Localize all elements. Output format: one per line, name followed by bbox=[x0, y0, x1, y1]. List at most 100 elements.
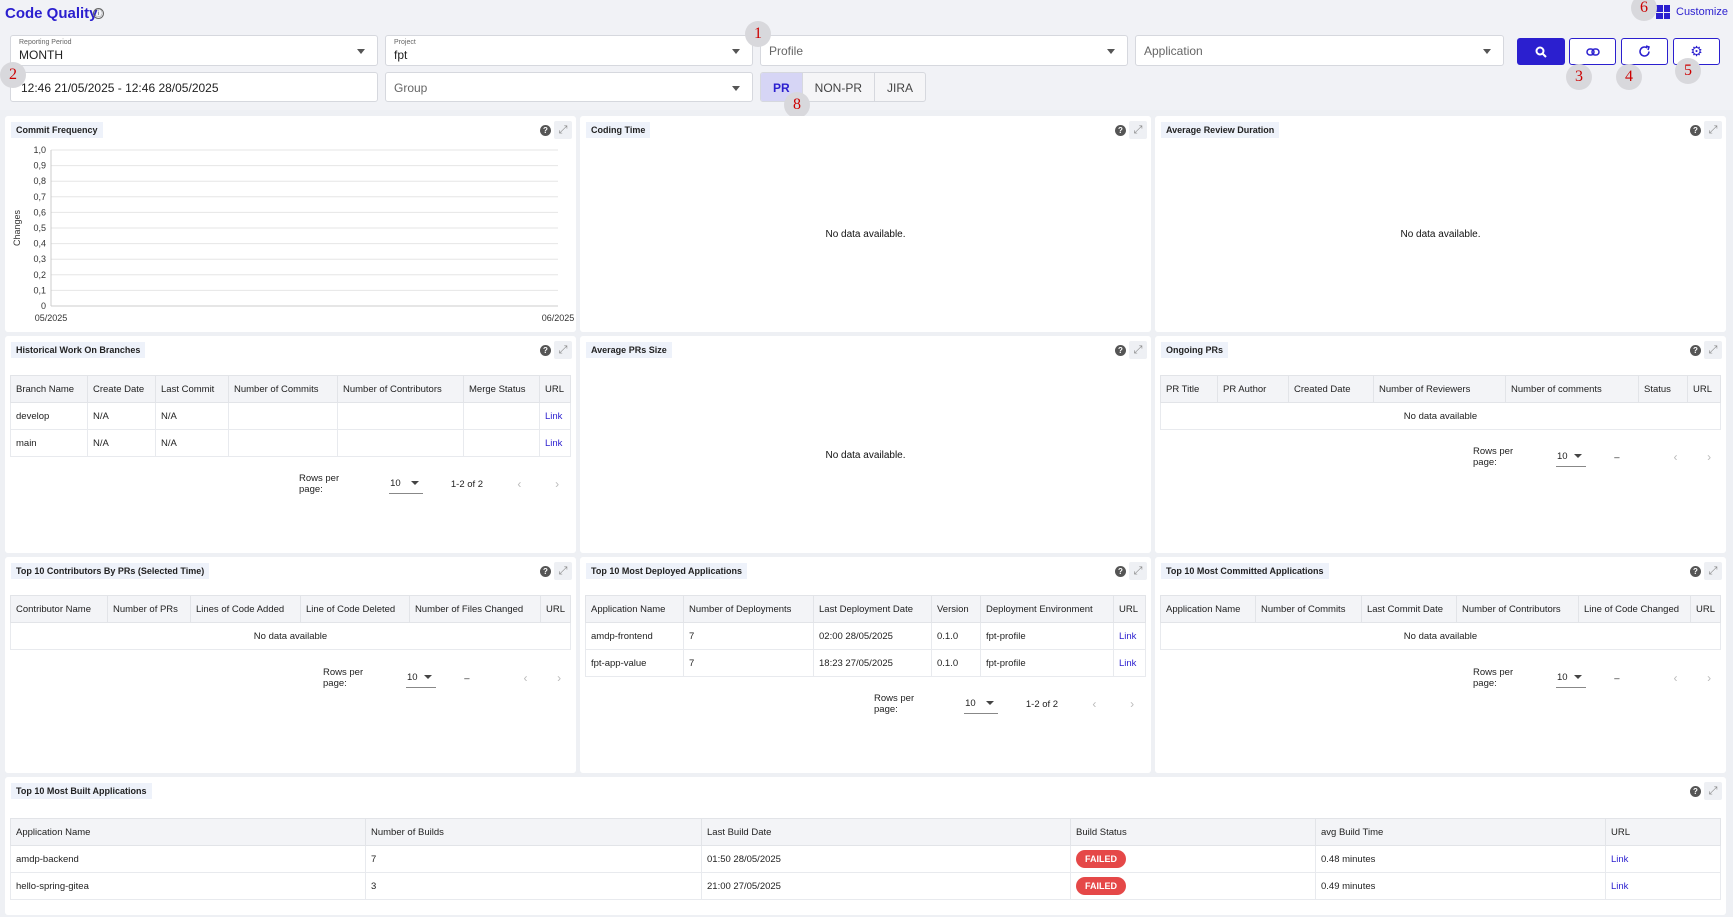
table-cell: 0.1.0 bbox=[931, 649, 981, 677]
column-header: Number of Commits bbox=[1254, 595, 1362, 623]
table-row: fpt-app-value 7 18:23 27/05/2025 0.1.0 f… bbox=[585, 649, 1146, 677]
refresh-button[interactable] bbox=[1621, 38, 1668, 65]
table-cell: hello-spring-gitea bbox=[10, 872, 366, 900]
row-link[interactable]: Link bbox=[539, 402, 571, 430]
x-tick-label: 06/2025 bbox=[542, 313, 575, 323]
next-page-icon[interactable]: › bbox=[542, 671, 576, 685]
table-cell: fpt-app-value bbox=[585, 649, 684, 677]
rows-per-page-label: Rows per page: bbox=[874, 693, 915, 715]
pagination-range: 1-2 of 2 bbox=[450, 478, 484, 490]
application-select[interactable]: Application bbox=[1135, 35, 1504, 66]
next-page-icon[interactable]: › bbox=[538, 477, 576, 491]
table-row: No data available bbox=[10, 622, 571, 650]
no-data-message: No data available bbox=[1160, 622, 1721, 650]
row-link[interactable]: Link bbox=[1113, 649, 1146, 677]
search-button[interactable] bbox=[1517, 38, 1565, 65]
next-page-icon[interactable]: › bbox=[1113, 697, 1151, 711]
row-link[interactable]: Link bbox=[1605, 872, 1721, 900]
next-page-icon[interactable]: › bbox=[1692, 450, 1726, 464]
no-data-message: No data available bbox=[1160, 402, 1721, 430]
info-icon[interactable]: ⓘ bbox=[93, 8, 104, 19]
table-cell: 21:00 27/05/2025 bbox=[701, 872, 1071, 900]
toggle-non-pr[interactable]: NON-PR bbox=[803, 73, 876, 101]
pagination-range: – bbox=[464, 672, 470, 684]
project-value: fpt bbox=[394, 48, 408, 62]
next-page-icon[interactable]: › bbox=[1692, 671, 1726, 685]
prev-page-icon[interactable]: ‹ bbox=[1659, 671, 1693, 685]
rows-per-page-label: Rows per page: bbox=[1473, 667, 1514, 689]
table-cell: FAILED bbox=[1070, 872, 1316, 900]
expand-icon[interactable]: ⤢ bbox=[1704, 782, 1722, 800]
customize-button[interactable]: Customize bbox=[1656, 5, 1728, 19]
help-icon[interactable]: ? bbox=[1690, 566, 1701, 577]
top-committed-table: Application Name Number of Commits Last … bbox=[1160, 595, 1722, 650]
reporting-period-select[interactable]: Reporting Period MONTH bbox=[10, 35, 378, 66]
expand-icon[interactable]: ⤢ bbox=[554, 341, 572, 359]
toggle-jira[interactable]: JIRA bbox=[875, 73, 925, 101]
rows-per-page-select[interactable]: 10 bbox=[406, 668, 437, 688]
commit-frequency-card: Commit Frequency ? ⤢ 0 0,1 0,2 0,3 0,4 0,5 0,6… bbox=[5, 116, 576, 332]
column-header: PR Author bbox=[1217, 375, 1289, 403]
row-link[interactable]: Link bbox=[1113, 622, 1146, 650]
refresh-icon bbox=[1639, 45, 1650, 57]
help-icon[interactable]: ? bbox=[1115, 566, 1126, 577]
page-title: Code Quality bbox=[5, 5, 98, 22]
rows-per-page-select[interactable]: 10 bbox=[964, 694, 998, 714]
chevron-down-icon bbox=[424, 675, 433, 679]
help-icon[interactable]: ? bbox=[1690, 345, 1701, 356]
expand-icon[interactable]: ⤢ bbox=[1129, 341, 1147, 359]
prev-page-icon[interactable]: ‹ bbox=[509, 671, 543, 685]
help-icon[interactable]: ? bbox=[540, 566, 551, 577]
expand-icon[interactable]: ⤢ bbox=[1129, 562, 1147, 580]
column-header: Merge Status bbox=[463, 375, 540, 403]
column-header: URL bbox=[539, 595, 572, 623]
average-pr-size-card: Average PRs Size ? ⤢ No data available. bbox=[580, 336, 1151, 553]
expand-icon[interactable]: ⤢ bbox=[1704, 121, 1722, 139]
expand-icon[interactable]: ⤢ bbox=[1704, 341, 1722, 359]
rows-per-page-select[interactable]: 10 bbox=[1556, 668, 1587, 688]
table-cell: 0.48 minutes bbox=[1315, 845, 1606, 873]
marker-8: 8 bbox=[784, 92, 810, 118]
prev-page-icon[interactable]: ‹ bbox=[501, 477, 539, 491]
copy-link-button[interactable] bbox=[1569, 38, 1616, 65]
historical-work-card: Historical Work On Branches ? ⤢ Branch N… bbox=[5, 336, 576, 553]
row-link[interactable]: Link bbox=[539, 429, 571, 457]
y-tick-label: 0,9 bbox=[33, 161, 46, 171]
top-deployed-table: Application Name Number of Deployments L… bbox=[585, 595, 1146, 677]
expand-icon[interactable]: ⤢ bbox=[1704, 562, 1722, 580]
status-badge: FAILED bbox=[1076, 850, 1127, 868]
column-header: PR Title bbox=[1160, 375, 1218, 403]
top-deployed-card: Top 10 Most Deployed Applications ? ⤢ Ap… bbox=[580, 557, 1151, 773]
table-row: amdp-backend 7 01:50 28/05/2025 FAILED 0… bbox=[10, 845, 1721, 873]
table-row: No data available bbox=[1160, 402, 1721, 430]
prev-page-icon[interactable]: ‹ bbox=[1076, 697, 1114, 711]
help-icon[interactable]: ? bbox=[1690, 786, 1701, 797]
expand-icon[interactable]: ⤢ bbox=[554, 562, 572, 580]
help-icon[interactable]: ? bbox=[540, 345, 551, 356]
group-select[interactable]: Group bbox=[385, 72, 753, 102]
rows-per-page-value: 10 bbox=[390, 478, 401, 489]
x-tick-label: 05/2025 bbox=[35, 313, 68, 323]
rows-per-page-select[interactable]: 10 bbox=[1556, 447, 1587, 467]
help-icon[interactable]: ? bbox=[1690, 125, 1701, 136]
help-icon[interactable]: ? bbox=[1115, 125, 1126, 136]
row-link[interactable]: Link bbox=[1605, 845, 1721, 873]
top-contributors-table: Contributor Name Number of PRs Lines of … bbox=[10, 595, 572, 650]
project-select[interactable]: Project fpt bbox=[385, 35, 753, 66]
prev-page-icon[interactable]: ‹ bbox=[1659, 450, 1693, 464]
help-icon[interactable]: ? bbox=[1115, 345, 1126, 356]
status-badge: FAILED bbox=[1076, 877, 1127, 895]
column-header: URL bbox=[1687, 375, 1721, 403]
date-range-input[interactable]: 12:46 21/05/2025 - 12:46 28/05/2025 bbox=[10, 72, 378, 102]
table-row: No data available bbox=[1160, 622, 1721, 650]
group-placeholder: Group bbox=[394, 81, 428, 95]
table-cell bbox=[463, 402, 540, 430]
profile-select[interactable]: Profile bbox=[760, 35, 1128, 66]
expand-icon[interactable]: ⤢ bbox=[1129, 121, 1147, 139]
rows-per-page-select[interactable]: 10 bbox=[389, 474, 423, 494]
column-header: Number of Commits bbox=[228, 375, 338, 403]
pagination-range: 1-2 of 2 bbox=[1025, 698, 1059, 710]
column-header: avg Build Time bbox=[1315, 818, 1606, 846]
card-title: Coding Time bbox=[586, 122, 651, 138]
marker-2: 2 bbox=[0, 62, 26, 88]
